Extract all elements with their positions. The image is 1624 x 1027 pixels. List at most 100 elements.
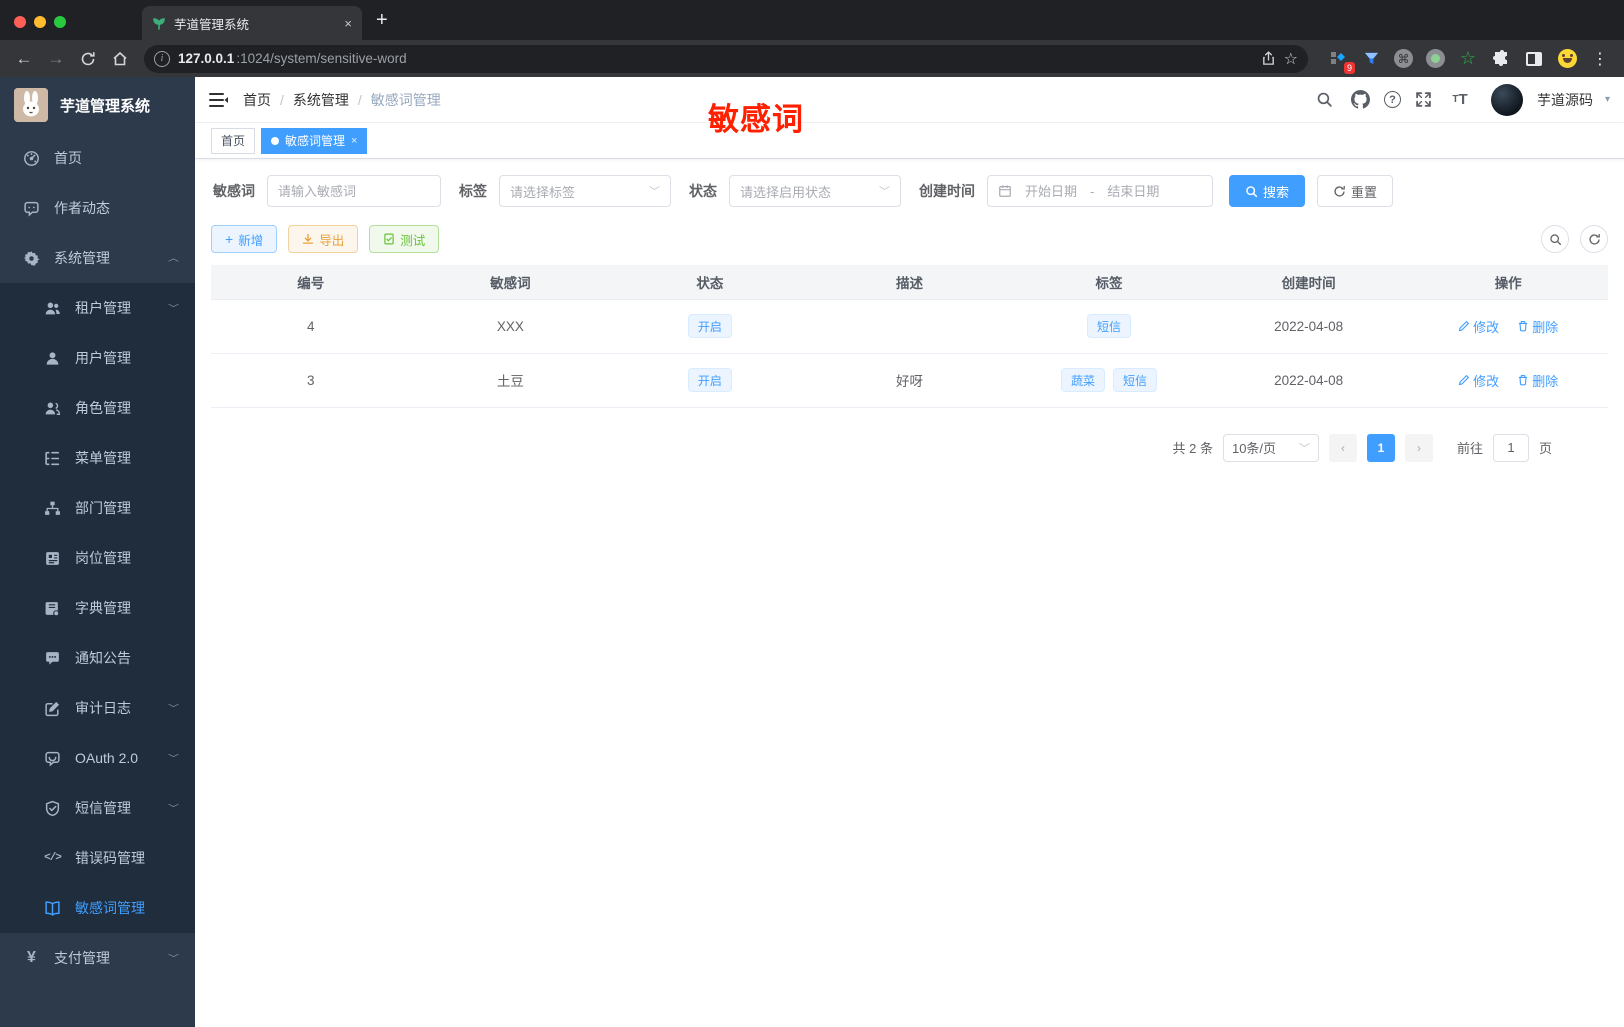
sidebar-item-post[interactable]: 岗位管理 [0,533,195,583]
col-actions: 操作 [1408,265,1608,300]
status-select[interactable]: 请选择启用状态 ﹀ [729,175,901,207]
sidebar-item-tenant[interactable]: 租户管理 ﹀ [0,283,195,333]
sidebar-item-audit-log[interactable]: 审计日志 ﹀ [0,683,195,733]
sidebar-item-oauth[interactable]: OAuth 2.0 ﹀ [0,733,195,783]
tag-label: 标签 [459,183,487,199]
reload-icon[interactable] [74,45,102,73]
role-users-icon [44,400,61,417]
page-size-select[interactable]: 10条/页 ﹀ [1222,433,1319,462]
close-tab-icon[interactable]: × [344,16,352,31]
sidebar-item-system[interactable]: 系统管理 ︿ [0,233,195,283]
sidebar-item-user[interactable]: 用户管理 [0,333,195,383]
extension-grid-icon[interactable]: 9 [1328,49,1355,74]
side-panel-icon[interactable] [1524,49,1544,69]
extensions-puzzle-icon[interactable] [1491,49,1511,69]
back-icon[interactable]: ← [10,45,38,73]
browser-tabstrip: 芋道管理系统 × + [0,0,1624,40]
sidebar-item-home[interactable]: 首页 [0,133,195,183]
tab-home[interactable]: 首页 [211,127,256,154]
red-overlay-text: 敏感词 [708,102,804,137]
sidebar-item-label: 通知公告 [75,650,131,666]
keyword-input-wrap [267,175,441,207]
collapse-sidebar-icon[interactable] [209,91,229,109]
font-size-icon[interactable]: TT [1447,87,1473,113]
test-button[interactable]: 测试 [369,225,440,253]
sidebar-menu: 首页 作者动态 系统管理 ︿ 租户管理 ﹀ 用户管理 角色管理 菜单管理 部门管… [0,133,195,1027]
home-icon[interactable] [106,45,134,73]
breadcrumb-system[interactable]: 系统管理 [293,90,349,110]
goto-page-input[interactable] [1492,433,1529,462]
tab-sensitive-word[interactable]: 敏感词管理 × [261,127,368,154]
search-icon[interactable] [1312,87,1338,113]
date-end-input[interactable] [1100,183,1167,199]
profile-avatar-icon[interactable] [1557,49,1577,69]
window-controls[interactable] [0,16,80,40]
col-tags: 标签 [1009,265,1209,300]
users-icon [44,300,61,317]
next-page-button[interactable]: › [1404,433,1433,462]
extension-record-icon[interactable] [1426,49,1445,68]
col-id: 编号 [211,265,411,300]
cell-created: 2022-04-08 [1208,299,1409,354]
sidebar-item-sms[interactable]: 短信管理 ﹀ [0,783,195,833]
open-book-icon [44,900,61,917]
export-button[interactable]: 导出 [288,225,359,253]
table-row: 4 XXX 开启 短信 2022-04-08 修改 删除 [211,299,1608,354]
keyword-input[interactable] [278,183,430,199]
delete-link[interactable]: 删除 [1517,371,1558,390]
table-refresh-icon[interactable] [1580,225,1608,253]
breadcrumb-home[interactable]: 首页 [243,90,271,110]
sidebar-item-menu[interactable]: 菜单管理 [0,433,195,483]
sidebar-item-pay[interactable]: ¥ 支付管理 ﹀ [0,933,195,983]
sidebar-item-notice[interactable]: 通知公告 [0,633,195,683]
prev-page-button[interactable]: ‹ [1328,433,1357,462]
user-avatar[interactable] [1490,83,1523,116]
extension-command-icon[interactable]: ⌘ [1394,49,1413,68]
cell-actions: 修改 删除 [1408,353,1608,408]
edit-link[interactable]: 修改 [1458,371,1499,390]
page-number-1[interactable]: 1 [1366,433,1395,462]
github-icon[interactable] [1348,87,1374,113]
cell-status: 开启 [610,299,810,354]
delete-link[interactable]: 删除 [1517,317,1558,336]
date-range-picker[interactable]: - [987,175,1213,207]
date-start-input[interactable] [1018,183,1084,199]
table-tools [1541,225,1608,253]
url-path: :1024/system/sensitive-word [236,51,407,66]
pagination: 共 2 条 10条/页 ﹀ ‹ 1 › 前往 页 [211,433,1608,462]
forward-icon[interactable]: → [42,45,70,73]
extension-funnel-icon[interactable] [1361,49,1381,69]
url-bar[interactable]: i 127.0.0.1:1024/system/sensitive-word ☆ [144,44,1308,73]
user-menu-caret-icon[interactable]: ▾ [1605,94,1610,105]
help-icon[interactable]: ? [1383,91,1401,108]
close-tab-icon[interactable]: × [351,135,357,147]
chevron-down-icon: ﹀ [168,954,179,964]
table-search-icon[interactable] [1541,225,1569,253]
site-info-icon[interactable]: i [154,50,170,67]
sidebar-item-sensitive-word[interactable]: 敏感词管理 [0,883,195,933]
date-label: 创建时间 [919,183,975,199]
edit-link[interactable]: 修改 [1458,317,1499,336]
zoom-window-button[interactable] [54,16,66,28]
reset-button[interactable]: 重置 [1317,175,1394,207]
sidebar-item-label: 错误码管理 [75,850,145,866]
tag-select[interactable]: 请选择标签 ﹀ [499,175,671,207]
close-window-button[interactable] [14,16,26,28]
minimize-window-button[interactable] [34,16,46,28]
browser-tab[interactable]: 芋道管理系统 × [142,6,362,40]
fullscreen-icon[interactable] [1411,87,1437,113]
add-button[interactable]: + 新增 [211,225,278,253]
sidebar-item-dept[interactable]: 部门管理 [0,483,195,533]
new-tab-button[interactable]: + [376,9,388,32]
share-icon[interactable] [1261,51,1276,66]
sidebar-logo[interactable]: 芋道管理系统 [0,77,195,133]
sidebar-item-author-news[interactable]: 作者动态 [0,183,195,233]
sidebar-item-role[interactable]: 角色管理 [0,383,195,433]
sidebar-item-label: 审计日志 [75,700,131,716]
bookmark-star-icon[interactable]: ☆ [1284,49,1298,69]
extension-green-star-icon[interactable]: ☆ [1458,48,1478,69]
browser-menu-icon[interactable]: ⋮ [1590,49,1610,69]
search-button[interactable]: 搜索 [1229,175,1306,207]
sidebar-item-dict[interactable]: 字典管理 [0,583,195,633]
sidebar-item-error-code[interactable]: </> 错误码管理 [0,833,195,883]
